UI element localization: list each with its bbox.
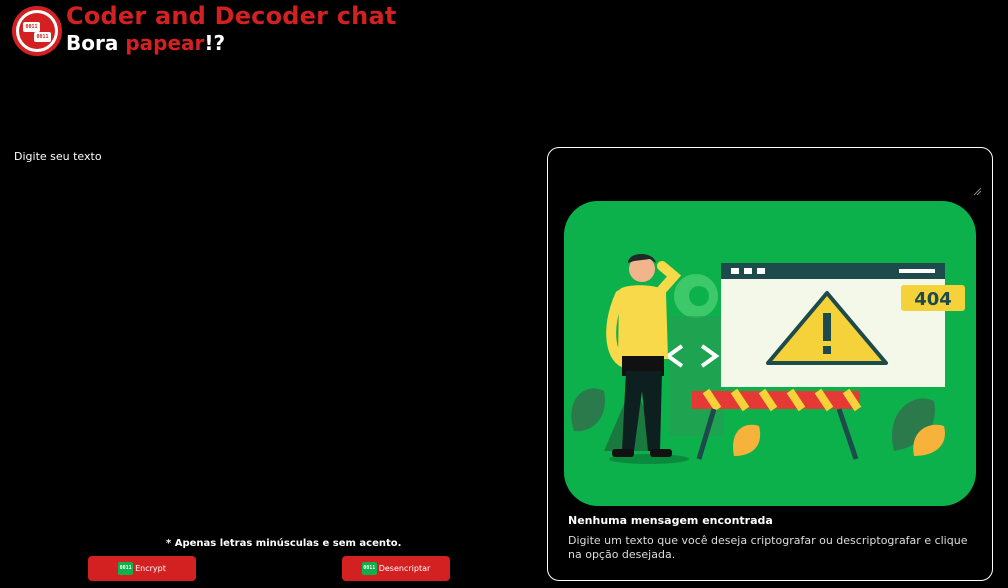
- text-input[interactable]: [14, 150, 514, 520]
- input-hint: * Apenas letras minúsculas e sem acento.: [166, 538, 402, 549]
- encrypt-button[interactable]: 0011 Encrypt: [88, 556, 196, 581]
- not-found-illustration: 404: [564, 201, 976, 506]
- binary-icon: 0011: [361, 562, 377, 575]
- app-title: Coder and Decoder chat: [66, 2, 397, 30]
- logo-bits-top: 0011: [23, 22, 40, 32]
- chat-bubbles-icon: 0011 0011: [19, 13, 55, 49]
- subtitle-end: !?: [204, 31, 226, 55]
- no-message-title: Nenhuma mensagem encontrada: [568, 514, 773, 527]
- logo-bits-bottom: 0011: [34, 32, 51, 42]
- decrypt-label: Desencriptar: [378, 564, 431, 573]
- binary-icon: 0011: [118, 562, 134, 575]
- encrypt-label: Encrypt: [135, 564, 166, 573]
- resize-grip-icon[interactable]: [972, 186, 982, 196]
- app-logo: 0011 0011: [12, 6, 62, 56]
- illustration-404-text: 404: [914, 289, 952, 310]
- subtitle-accent: papear: [125, 31, 205, 55]
- output-panel: 404 Nenhuma mensagem encontrada Digite u…: [547, 147, 993, 581]
- app-subtitle: Bora papear!?: [66, 31, 225, 55]
- subtitle-start: Bora: [66, 31, 126, 55]
- instruction-text: Digite um texto que você deseja criptogr…: [568, 534, 968, 561]
- decrypt-button[interactable]: 0011 Desencriptar: [342, 556, 450, 581]
